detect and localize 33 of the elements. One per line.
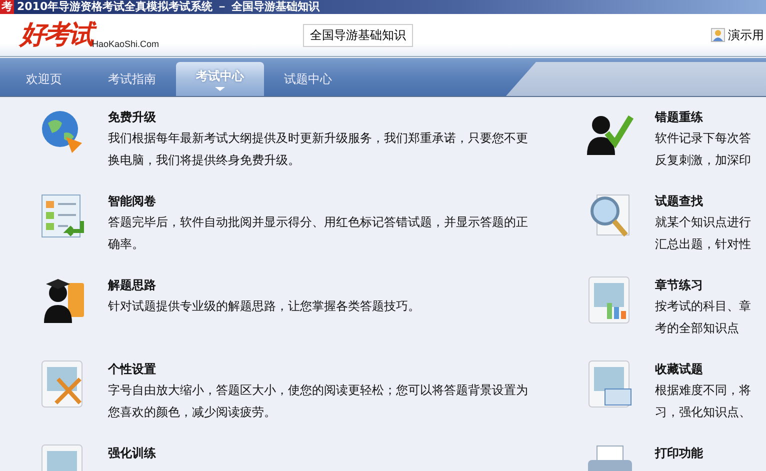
nav-tab[interactable]: 考试指南 — [88, 62, 176, 96]
nav-tab[interactable]: 欢迎页 — [0, 62, 88, 96]
feature-title: 章节练习 — [655, 277, 704, 294]
feature-description: 就某个知识点进行 — [655, 214, 751, 231]
feature-description: 针对试题提供专业级的解题思路，让您掌握各类答题技巧。 — [108, 298, 420, 315]
user-name[interactable]: 演示用 — [728, 26, 764, 44]
feature-title: 错题重练 — [655, 109, 704, 126]
feature-description: 答题完毕后，软件自动批阅并显示得分、用红色标记答错试题，并显示答题的正 — [108, 214, 528, 231]
feature-title: 强化训练 — [108, 445, 156, 462]
feature-description: 您喜欢的颜色，减少阅读疲劳。 — [108, 404, 277, 421]
user-icon — [711, 28, 725, 42]
feature-description: 习，强化知识点、 — [655, 404, 751, 421]
feature-title: 试题查找 — [655, 193, 704, 210]
feature-description: 考的全部知识点 — [655, 320, 740, 337]
feature-description: 根据难度不同，将 — [655, 382, 751, 399]
feature-description: 按考试的科目、章 — [655, 298, 751, 315]
feature-description: 换电脑，我们将提供终身免费升级。 — [108, 152, 301, 169]
nav-tab[interactable]: 试题中心 — [264, 62, 352, 96]
feature-description: 软件记录下每次答 — [655, 130, 751, 147]
feature-title: 解题思路 — [108, 277, 157, 294]
window-title: 2010年导游资格考试全真模拟考试系统 － 全国导游基础知识 — [17, 0, 320, 14]
feature-description: 反复刺激，加深印 — [655, 152, 751, 169]
feature-title: 智能阅卷 — [108, 193, 157, 210]
feature-title: 个性设置 — [108, 361, 157, 378]
feature-description: 汇总出题，针对性 — [655, 236, 751, 253]
feature-description: 字号自由放大缩小，答题区大小，使您的阅读更轻松；您可以将答题背景设置为 — [108, 382, 528, 399]
feature-title: 打印功能 — [655, 445, 703, 462]
feature-title: 收藏试题 — [655, 361, 704, 378]
feature-title: 免费升级 — [108, 109, 157, 126]
feature-description: 确率。 — [108, 236, 145, 253]
feature-description: 我们根据每年最新考试大纲提供及时更新升级服务，我们郑重承诺，只要您不更 — [108, 130, 528, 147]
subject-button[interactable]: 全国导游基础知识 — [303, 24, 413, 46]
app-icon: 考 — [0, 0, 14, 14]
